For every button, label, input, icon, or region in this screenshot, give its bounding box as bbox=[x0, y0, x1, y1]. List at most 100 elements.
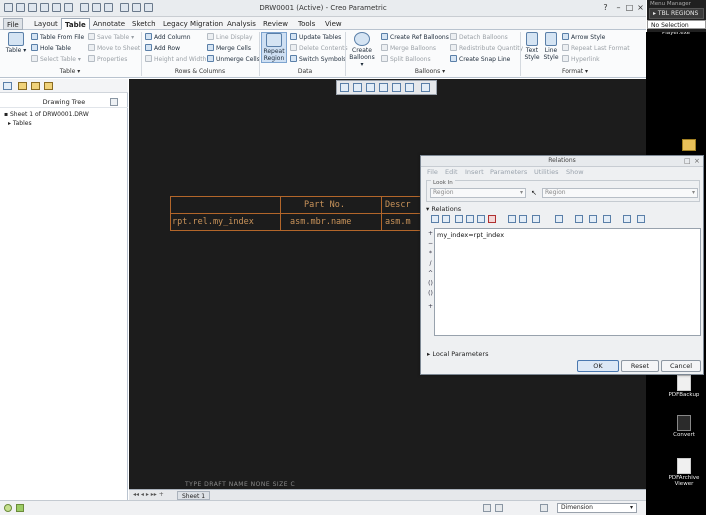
create-snap-line-button[interactable]: Create Snap Line bbox=[450, 55, 510, 64]
tab-review[interactable]: Review bbox=[260, 18, 291, 30]
evaluate-icon[interactable] bbox=[623, 215, 631, 223]
insert-param-icon[interactable] bbox=[508, 215, 516, 223]
select-table-button[interactable]: Select Table ▾ bbox=[31, 55, 81, 64]
local-parameters-toggle[interactable]: ▸ Local Parameters bbox=[427, 350, 488, 358]
table-from-file-button[interactable]: Table From File bbox=[31, 33, 84, 42]
status-icon[interactable] bbox=[4, 504, 12, 512]
switch-symbols-button[interactable]: Switch Symbols bbox=[290, 55, 346, 64]
line-style-button[interactable]: Line Style bbox=[542, 32, 560, 61]
select-arrow-icon[interactable]: ↖ bbox=[531, 189, 539, 197]
minimize-button[interactable]: – bbox=[613, 3, 624, 13]
selection-filter-dropdown[interactable]: Dimension ▾ bbox=[557, 503, 637, 513]
hole-table-button[interactable]: Hole Table bbox=[31, 44, 71, 53]
filter-icon[interactable] bbox=[483, 504, 491, 512]
merge-cells-button[interactable]: Merge Cells bbox=[207, 44, 251, 53]
update-tables-button[interactable]: Update Tables bbox=[290, 33, 341, 42]
menu-file[interactable]: File bbox=[427, 168, 438, 176]
relations-editor[interactable]: my_index=rpt_index bbox=[434, 228, 701, 336]
tab-table[interactable]: Table bbox=[61, 18, 90, 30]
model-tree-icon[interactable] bbox=[3, 82, 12, 90]
split-balloons-button[interactable]: Split Balloons bbox=[381, 55, 431, 64]
create-balloons-button[interactable]: Create Balloons ▾ bbox=[347, 32, 377, 68]
datum-display-icon[interactable] bbox=[405, 83, 414, 92]
dialog-restore-icon[interactable]: □ bbox=[684, 157, 691, 165]
paste-icon[interactable] bbox=[477, 215, 485, 223]
copy-icon[interactable] bbox=[466, 215, 474, 223]
arrow-style-button[interactable]: Arrow Style bbox=[562, 33, 605, 42]
sheet-nav-arrows-icon[interactable]: ◂◂ ◂ ▸ ▸▸ + bbox=[133, 491, 164, 498]
group-label-balloons[interactable]: Balloons ▾ bbox=[400, 68, 460, 75]
desktop-icon-pdfbackup[interactable]: PDFBackup bbox=[664, 375, 704, 398]
tree-item-sheet[interactable]: ▪ Sheet 1 of DRW0001.DRW bbox=[4, 111, 89, 118]
tab-layout[interactable]: Layout bbox=[31, 18, 61, 30]
zoom-in-icon[interactable] bbox=[353, 83, 362, 92]
repaint-icon[interactable] bbox=[379, 83, 388, 92]
menu-item-tbl-regions[interactable]: ▸ TBL REGIONS bbox=[649, 8, 704, 19]
dialog-close-icon[interactable]: × bbox=[694, 157, 700, 165]
merge-balloons-button[interactable]: Merge Balloons bbox=[381, 44, 436, 53]
table-data-cell[interactable]: asm.mbr.name bbox=[290, 217, 351, 227]
save-table-button[interactable]: Save Table ▾ bbox=[88, 33, 134, 42]
smart-select-icon[interactable] bbox=[540, 504, 548, 512]
zoom-out-icon[interactable] bbox=[366, 83, 375, 92]
table-button[interactable]: Table ▾ bbox=[4, 32, 28, 54]
repeat-region-button[interactable]: Repeat Region bbox=[261, 32, 287, 63]
line-display-button[interactable]: Line Display bbox=[207, 33, 253, 42]
tab-file[interactable]: File bbox=[3, 18, 23, 30]
cut-icon[interactable] bbox=[455, 215, 463, 223]
tab-view[interactable]: View bbox=[322, 18, 345, 30]
tab-analysis[interactable]: Analysis bbox=[224, 18, 259, 30]
table-data-cell[interactable]: asm.m bbox=[385, 217, 411, 227]
relations-section-header[interactable]: ▾ Relations bbox=[426, 205, 461, 213]
display-style-icon[interactable] bbox=[392, 83, 401, 92]
verify-icon[interactable] bbox=[637, 215, 645, 223]
sheet-tab[interactable]: Sheet 1 bbox=[177, 491, 211, 500]
table-header-cell[interactable]: Descr bbox=[385, 200, 411, 210]
folder-browser-icon[interactable] bbox=[18, 82, 27, 90]
unmerge-cells-button[interactable]: Unmerge Cells bbox=[207, 55, 260, 64]
tab-tools[interactable]: Tools bbox=[295, 18, 318, 30]
table-data-cell[interactable]: rpt.rel.my_index bbox=[172, 217, 254, 227]
sort-icon[interactable] bbox=[603, 215, 611, 223]
look-in-type-dropdown[interactable]: Region ▾ bbox=[430, 188, 526, 198]
no-selection-item[interactable]: No Selection bbox=[647, 20, 706, 29]
close-button[interactable]: × bbox=[635, 3, 646, 13]
desktop-icon-convert[interactable]: Convert bbox=[664, 415, 704, 438]
delete-contents-button[interactable]: Delete Contents bbox=[290, 44, 348, 53]
annotation-display-icon[interactable] bbox=[421, 83, 430, 92]
switch-dims-icon[interactable] bbox=[519, 215, 527, 223]
move-to-sheet-button[interactable]: Move to Sheet bbox=[88, 44, 140, 53]
menu-utilities[interactable]: Utilities bbox=[534, 168, 558, 176]
message-icon[interactable] bbox=[16, 504, 24, 512]
look-in-item-dropdown[interactable]: Region ▾ bbox=[542, 188, 698, 198]
units-icon[interactable] bbox=[589, 215, 597, 223]
ok-button[interactable]: OK bbox=[577, 360, 619, 372]
cancel-button[interactable]: Cancel bbox=[661, 360, 701, 372]
redo-icon[interactable] bbox=[442, 215, 450, 223]
menu-insert[interactable]: Insert bbox=[465, 168, 484, 176]
group-label-table[interactable]: Table ▾ bbox=[40, 68, 100, 75]
menu-parameters[interactable]: Parameters bbox=[490, 168, 527, 176]
repeat-last-format-button[interactable]: Repeat Last Format bbox=[562, 44, 630, 53]
tab-annotate[interactable]: Annotate bbox=[90, 18, 128, 30]
group-label-format[interactable]: Format ▾ bbox=[545, 68, 605, 75]
delete-icon[interactable] bbox=[488, 215, 496, 223]
add-column-button[interactable]: Add Column bbox=[145, 33, 191, 42]
help-icon[interactable]: ? bbox=[600, 3, 611, 13]
add-row-button[interactable]: Add Row bbox=[145, 44, 180, 53]
menu-show[interactable]: Show bbox=[566, 168, 584, 176]
layer-icon[interactable] bbox=[44, 82, 53, 90]
redistribute-quantity-button[interactable]: Redistribute Quantity bbox=[450, 44, 523, 53]
tree-item-tables[interactable]: ▸ Tables bbox=[8, 120, 32, 127]
height-width-button[interactable]: Height and Width bbox=[145, 55, 206, 64]
maximize-button[interactable]: □ bbox=[624, 3, 635, 13]
hyperlink-button[interactable]: Hyperlink bbox=[562, 55, 600, 64]
refit-icon[interactable] bbox=[340, 83, 349, 92]
relation-line[interactable]: my_index=rpt_index bbox=[437, 231, 504, 239]
text-style-button[interactable]: Text Style bbox=[522, 32, 542, 61]
insert-operator-icon[interactable] bbox=[575, 215, 583, 223]
selection-icon[interactable] bbox=[495, 504, 503, 512]
table-header-cell[interactable]: Part No. bbox=[304, 200, 345, 210]
create-ref-balloons-button[interactable]: Create Ref Balloons bbox=[381, 33, 449, 42]
favorites-icon[interactable] bbox=[31, 82, 40, 90]
